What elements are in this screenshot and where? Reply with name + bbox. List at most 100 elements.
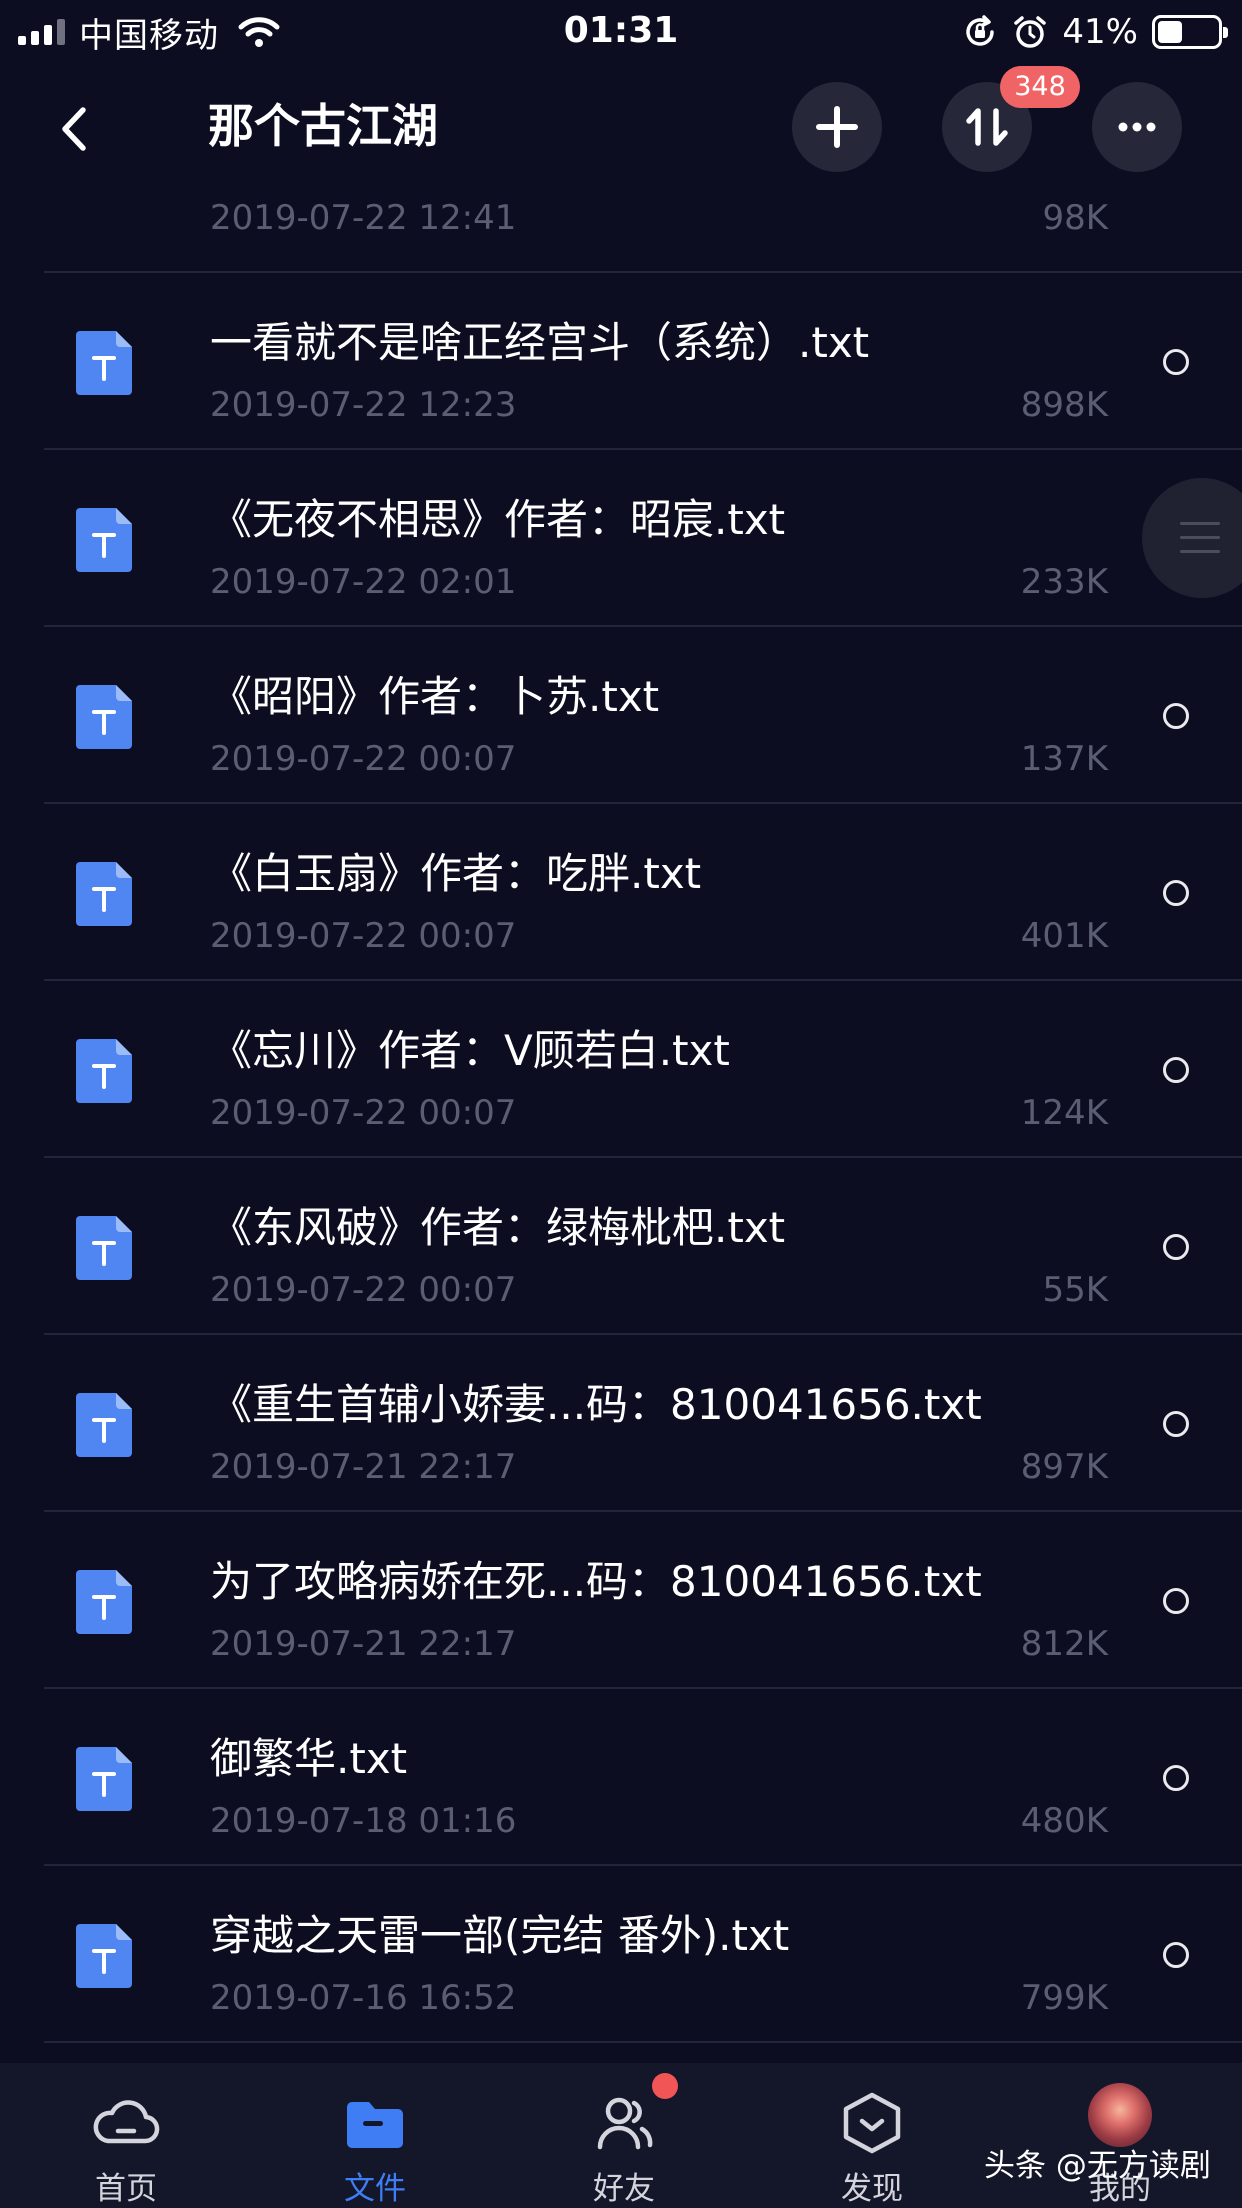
text-file-icon-wrap: [76, 331, 132, 395]
file-name: 穿越之天雷一部(完结 番外).txt: [210, 1911, 790, 1960]
back-button[interactable]: [40, 94, 110, 164]
file-name: 《东风破》作者：绿梅枇杷.txt: [210, 1203, 786, 1252]
tab-discover-label: 发现: [841, 2171, 903, 2207]
tab-home-label: 首页: [95, 2171, 157, 2207]
battery-icon: [1152, 15, 1228, 49]
file-date: 2019-07-21 22:17: [210, 1624, 517, 1664]
screen: 中国移动 01:31 41% 那个古江湖 348 2019-07-22 12:4…: [0, 0, 1242, 2208]
transfer-arrows-icon: [966, 108, 1008, 146]
tab-friends[interactable]: 好友: [534, 2063, 714, 2208]
file-name: 《昭阳》作者：卜苏.txt: [210, 672, 660, 721]
friends-notification-dot: [652, 2073, 678, 2099]
file-size: 897K: [1020, 1447, 1108, 1487]
file-name: 为了攻略病娇在死...码：810041656.txt: [210, 1557, 982, 1606]
text-file-icon: [76, 862, 132, 926]
file-size: 233K: [1020, 562, 1108, 602]
file-name: 《忘川》作者：V顾若白.txt: [210, 1026, 730, 1075]
discover-icon: [843, 2092, 901, 2154]
file-size: 480K: [1020, 1801, 1108, 1841]
text-file-icon-wrap: [76, 685, 132, 749]
file-size: 55K: [1042, 1270, 1108, 1310]
friends-icon: [597, 2097, 653, 2150]
tab-bar: 首页 文件 好友 发现 我的: [0, 2063, 1242, 2208]
text-file-icon: [76, 1393, 132, 1457]
plus-icon: [816, 106, 858, 148]
text-file-icon: [76, 1039, 132, 1103]
rotation-lock-icon: [966, 15, 995, 46]
text-file-icon-wrap: [76, 1039, 132, 1103]
text-file-icon-wrap: [76, 1747, 132, 1811]
file-name: 《重生首辅小娇妻...码：810041656.txt: [210, 1380, 982, 1429]
file-row[interactable]: 一看就不是啥正经宫斗（系统）.txt 2019-07-22 12:23 898K: [0, 273, 1242, 450]
avatar: [1088, 2083, 1152, 2147]
alarm-icon: [1014, 16, 1047, 48]
text-file-icon-wrap: [76, 1924, 132, 1988]
text-file-icon-wrap: [76, 508, 132, 572]
file-row[interactable]: 为了攻略病娇在死...码：810041656.txt 2019-07-21 22:…: [0, 1512, 1242, 1689]
battery-fill: [1158, 21, 1182, 43]
text-file-icon: [76, 685, 132, 749]
file-name: 御繁华.txt: [210, 1734, 408, 1783]
file-date: 2019-07-22 00:07: [210, 739, 517, 779]
file-row[interactable]: 《重生首辅小娇妻...码：810041656.txt 2019-07-21 22:…: [0, 1335, 1242, 1512]
text-file-icon-wrap: [76, 1393, 132, 1457]
select-radio[interactable]: [1163, 1588, 1189, 1614]
file-row[interactable]: 《忘川》作者：V顾若白.txt 2019-07-22 00:07 124K: [0, 981, 1242, 1158]
file-size: 401K: [1020, 916, 1108, 956]
tab-friends-label: 好友: [593, 2171, 655, 2207]
file-date: 2019-07-22 12:23: [210, 385, 517, 425]
select-radio[interactable]: [1163, 880, 1189, 906]
file-row[interactable]: 《东风破》作者：绿梅枇杷.txt 2019-07-22 00:07 55K: [0, 1158, 1242, 1335]
page-title: 那个古江湖: [208, 99, 438, 153]
file-row[interactable]: 《昭阳》作者：卜苏.txt 2019-07-22 00:07 137K: [0, 627, 1242, 804]
file-date: 2019-07-21 22:17: [210, 1447, 517, 1487]
file-size: 812K: [1020, 1624, 1108, 1664]
text-file-icon: [76, 1924, 132, 1988]
select-radio[interactable]: [1163, 703, 1189, 729]
text-file-icon: [76, 1747, 132, 1811]
watermark: 头条 @无方读剧: [984, 2148, 1211, 2184]
cloud-icon: [93, 2100, 160, 2144]
file-row[interactable]: 穿越之天雷一部(完结 番外).txt 2019-07-16 16:52 799K: [0, 1866, 1242, 2043]
text-file-icon-wrap: [76, 862, 132, 926]
select-radio[interactable]: [1163, 1765, 1189, 1791]
file-size: 898K: [1020, 385, 1108, 425]
status-right: 41%: [962, 10, 1228, 54]
text-file-icon: [76, 1570, 132, 1634]
transfer-badge: 348: [1000, 66, 1080, 108]
tab-discover[interactable]: 发现: [782, 2063, 962, 2208]
tab-files-label: 文件: [344, 2171, 406, 2207]
tab-files[interactable]: 文件: [285, 2063, 465, 2208]
file-date: 2019-07-22 02:01: [210, 562, 517, 602]
tab-me[interactable]: 我的: [1030, 2063, 1210, 2208]
file-name: 《白玉扇》作者：吃胖.txt: [210, 849, 702, 898]
file-list: 2019-07-22 12:41 98K 一看就不是啥正经宫斗（系统）.txt 201…: [0, 118, 1242, 2043]
file-date: 2019-07-22 00:07: [210, 1270, 517, 1310]
file-size: 124K: [1020, 1093, 1108, 1133]
file-size: 799K: [1020, 1978, 1108, 2018]
more-button[interactable]: [1092, 82, 1182, 172]
file-date: 2019-07-16 16:52: [210, 1978, 517, 2018]
nav-bar: 那个古江湖 348: [0, 62, 1242, 192]
status-bar: 中国移动 01:31 41%: [0, 0, 1242, 62]
chevron-left-icon: [62, 107, 86, 151]
file-row[interactable]: 《无夜不相思》作者：昭宸.txt 2019-07-22 02:01 233K: [0, 450, 1242, 627]
select-radio[interactable]: [1163, 1057, 1189, 1083]
folder-icon: [347, 2102, 403, 2148]
file-date: 2019-07-22 12:41: [210, 198, 517, 238]
select-radio[interactable]: [1163, 1411, 1189, 1437]
select-radio[interactable]: [1163, 1234, 1189, 1260]
text-file-icon: [76, 331, 132, 395]
battery-percent: 41%: [1062, 12, 1138, 52]
text-file-icon: [76, 508, 132, 572]
file-row[interactable]: 《白玉扇》作者：吃胖.txt 2019-07-22 00:07 401K: [0, 804, 1242, 981]
select-radio[interactable]: [1163, 349, 1189, 375]
tab-home[interactable]: 首页: [36, 2063, 216, 2208]
add-button[interactable]: [792, 82, 882, 172]
text-file-icon-wrap: [76, 1570, 132, 1634]
select-radio[interactable]: [1163, 1942, 1189, 1968]
file-row[interactable]: 御繁华.txt 2019-07-18 01:16 480K: [0, 1689, 1242, 1866]
file-size: 98K: [1042, 198, 1108, 238]
text-file-icon-wrap: [76, 1216, 132, 1280]
file-name: 一看就不是啥正经宫斗（系统）.txt: [210, 318, 870, 367]
